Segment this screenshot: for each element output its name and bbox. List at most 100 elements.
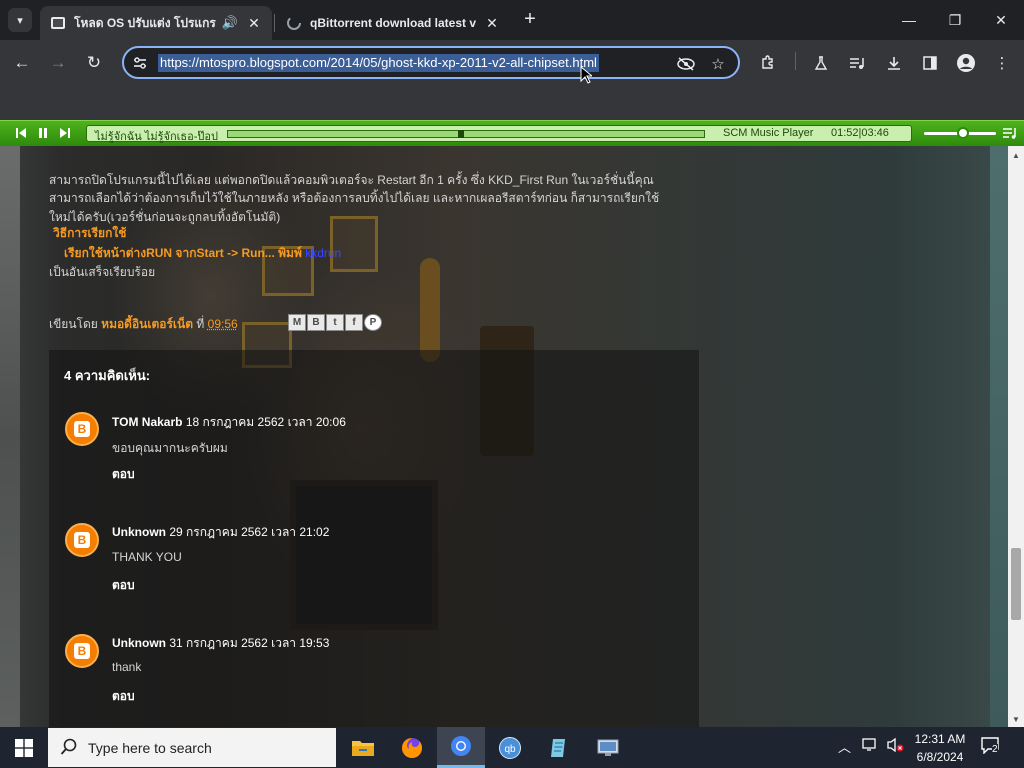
url-text[interactable]: https://mtospro.blogspot.com/2014/05/gho… [158,54,599,72]
email-share-icon[interactable]: M [288,314,306,331]
share-buttons: M B t f P [288,314,382,331]
show-hidden-icons-icon[interactable]: ︿ [838,737,851,756]
notepad-app-icon[interactable] [535,727,583,768]
minimize-button[interactable]: — [886,0,932,40]
audio-playing-icon[interactable]: 🔊 [222,15,238,31]
back-button[interactable]: ← [9,50,35,76]
track-progress[interactable] [227,130,705,138]
mouse-cursor-icon [580,66,592,84]
eye-slash-icon[interactable] [676,54,696,74]
chrome-icon[interactable] [437,727,485,768]
playlist-icon[interactable] [1002,126,1018,140]
profile-avatar-icon[interactable] [955,52,977,74]
firefox-icon[interactable] [388,727,436,768]
qbittorrent-icon[interactable]: qb [486,727,534,768]
site-favicon-icon [51,17,65,29]
scroll-up-arrow-icon[interactable]: ▲ [1008,148,1024,162]
blogger-avatar-icon: B [65,523,99,557]
close-window-button[interactable]: ✕ [978,0,1024,40]
blogger-avatar-icon: B [65,412,99,446]
previous-track-icon[interactable] [14,126,28,140]
post-paragraph-line: สามารถเลือกได้ว่าต้องการเก็บไว้ใช้ในภายห… [49,191,660,205]
taskbar-search-input[interactable]: Type here to search [48,728,336,767]
blogger-share-icon[interactable]: B [307,314,325,331]
tab-divider [274,14,275,32]
web-page: สามารถปิดโปรแกรมนี้ไปได้เลย แต่พอกดปิดแล… [0,146,1008,727]
player-name: SCM Music Player [723,127,814,139]
comment-author[interactable]: TOM Nakarb [112,415,182,429]
more-menu-icon[interactable]: ⋮ [991,52,1013,74]
comment-date[interactable]: 18 กรกฎาคม 2562 เวลา 20:06 [186,415,346,429]
scroll-down-arrow-icon[interactable]: ▼ [1008,712,1024,726]
tab-active[interactable]: โหลด OS ปรับแต่ง โปรแกรมลอง 🔊 ✕ [40,6,272,40]
comment-text: THANK YOU [112,550,182,564]
extensions-icon[interactable] [757,52,779,74]
tab-close-icon[interactable]: ✕ [246,15,262,32]
tab-inactive[interactable]: qBittorrent download latest ve ✕ [276,6,510,40]
comment-header: Unknown 31 กรกฎาคม 2562 เวลา 19:53 [112,634,329,653]
blogger-avatar-icon: B [65,634,99,668]
volume-slider[interactable] [924,127,996,139]
volume-handle[interactable] [957,127,969,139]
media-controls-icon[interactable] [846,52,868,74]
background-wall-left [0,146,20,727]
search-icon [60,738,77,755]
at-label: ที่ [196,317,205,331]
address-bar[interactable]: https://mtospro.blogspot.com/2014/05/gho… [122,46,740,79]
network-icon[interactable] [862,737,880,756]
reply-link[interactable]: ตอบ [112,576,135,595]
pinterest-share-icon[interactable]: P [364,314,382,331]
side-panel-icon[interactable] [919,52,941,74]
bookmarks-bar [0,86,1024,120]
done-text: เป็นอันเสร็จเรียบร้อย [49,265,156,279]
reply-link[interactable]: ตอบ [112,465,135,484]
new-tab-button[interactable]: + [520,9,540,29]
download-icon[interactable] [883,52,905,74]
author-link[interactable]: หมอดี้อินเตอร์เน็ต [101,317,193,331]
taskbar-date[interactable]: 6/8/2024 [906,750,974,764]
remote-desktop-icon[interactable] [584,727,632,768]
comment-author[interactable]: Unknown [112,525,166,539]
reload-button[interactable]: ↻ [81,50,107,76]
comment-date[interactable]: 29 กรกฎาคม 2562 เวลา 21:02 [169,525,329,539]
post-paragraph-line: สามารถปิดโปรแกรมนี้ไปได้เลย แต่พอกดปิดแล… [49,173,654,187]
volume-muted-icon[interactable] [886,737,904,756]
windows-start-icon[interactable] [0,727,48,768]
comment-text: thank [112,660,142,674]
loading-favicon-icon [287,16,301,30]
maximize-button[interactable]: ❐ [932,0,978,40]
labs-flask-icon[interactable] [810,52,832,74]
post-time-link[interactable]: 09:56 [208,317,238,331]
pause-icon[interactable] [36,126,50,140]
tab-search-button[interactable]: ▾ [8,8,32,32]
forward-button[interactable]: → [45,50,71,76]
site-info-icon[interactable] [132,55,148,71]
run-instruction-text: เรียกใช้หน้าต่างRUN จากStart -> Run... พ… [64,246,306,260]
song-title: ไม่รู้จักฉัน ไม่รู้จักเธอ-ป๊อป [95,131,218,143]
comment-text: ขอบคุณมากนะครับผม [112,441,228,455]
comment-author[interactable]: Unknown [112,636,166,650]
progress-handle[interactable] [458,130,464,138]
scrollbar-thumb[interactable] [1011,548,1021,620]
tab-close-icon[interactable]: ✕ [484,15,500,32]
browser-toolbar: ← → ↻ https://mtospro.blogspot.com/2014/… [0,40,1024,86]
page-scrollbar[interactable]: ▲ ▼ [1008,146,1024,727]
posted-by-label: เขียนโดย [49,317,98,331]
comment-date[interactable]: 31 กรกฎาคม 2562 เวลา 19:53 [169,636,329,650]
next-track-icon[interactable] [58,126,72,140]
comments-heading: 4 ความคิดเห็น: [64,368,151,383]
reply-link[interactable]: ตอบ [112,687,135,706]
track-time: 01:52|03:46 [831,127,889,139]
twitter-share-icon[interactable]: t [326,314,344,331]
file-explorer-icon[interactable] [339,727,387,768]
howto-heading: วิธีการเรียกใช้ [53,226,127,240]
player-display: ไม่รู้จักฉัน ไม่รู้จักเธอ-ป๊อป SCM Music… [86,125,912,143]
post-byline: เขียนโดย หมอดี้อินเตอร์เน็ต ที่ 09:56 [49,315,238,334]
taskbar-time[interactable]: 12:31 AM [906,732,974,746]
comment-header: Unknown 29 กรกฎาคม 2562 เวลา 21:02 [112,523,329,542]
run-command: kkdrun [305,246,342,260]
facebook-share-icon[interactable]: f [345,314,363,331]
background-wall-right [990,146,1008,727]
notification-center-icon[interactable]: 2 [980,736,1004,758]
bookmark-star-icon[interactable]: ☆ [708,54,728,74]
